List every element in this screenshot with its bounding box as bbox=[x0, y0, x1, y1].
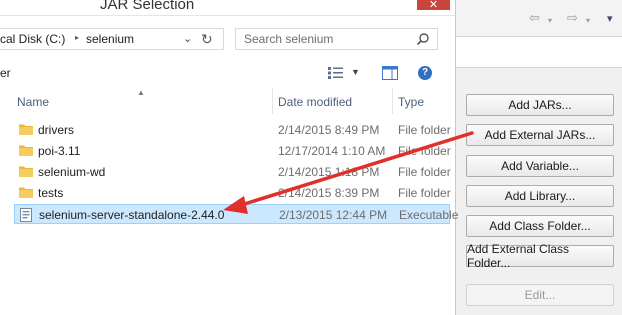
column-headers: ▲ Name Date modified Type bbox=[0, 88, 455, 114]
back-arrow-icon[interactable]: ⇦ bbox=[529, 11, 540, 25]
folder-icon bbox=[19, 123, 33, 138]
column-header-type[interactable]: Type bbox=[398, 95, 424, 109]
jar-file-icon bbox=[20, 208, 32, 225]
file-type: File folder bbox=[398, 165, 451, 179]
add-library-button[interactable]: Add Library... bbox=[466, 185, 614, 207]
file-row-poi[interactable]: poi-3.11 12/17/2014 1:10 AM File folder bbox=[14, 141, 451, 161]
file-row-drivers[interactable]: drivers 2/14/2015 8:49 PM File folder bbox=[14, 120, 451, 140]
search-input[interactable]: Search selenium bbox=[244, 32, 333, 46]
organize-menu[interactable]: er bbox=[0, 66, 11, 80]
view-menu-icon[interactable]: ▾ bbox=[607, 12, 613, 26]
dialog-titlebar: JAR Selection ✕ bbox=[0, 0, 455, 16]
file-name: poi-3.11 bbox=[38, 144, 81, 158]
file-type: File folder bbox=[398, 123, 451, 137]
eclipse-view-toolbar: ⇦ ▾ ⇨ ▾ ▾ bbox=[456, 0, 622, 36]
add-external-jars-button[interactable]: Add External JARs... bbox=[466, 124, 614, 146]
file-type: File folder bbox=[398, 186, 451, 200]
column-header-name[interactable]: Name bbox=[17, 95, 49, 109]
refresh-icon[interactable]: ↻ bbox=[201, 31, 213, 48]
command-bar: er ▼ ? bbox=[0, 58, 455, 88]
search-icon[interactable] bbox=[416, 32, 430, 49]
jar-selection-dialog: JAR Selection ✕ cal Disk (C:) ▸ selenium… bbox=[0, 0, 458, 315]
view-options-dropdown-icon[interactable]: ▼ bbox=[351, 67, 360, 77]
file-date: 2/13/2015 12:44 PM bbox=[279, 208, 388, 222]
forward-history-dropdown-icon[interactable]: ▾ bbox=[586, 14, 590, 28]
add-variable-button[interactable]: Add Variable... bbox=[466, 155, 614, 177]
help-icon[interactable]: ? bbox=[418, 66, 432, 80]
file-type: Executable bbox=[399, 208, 459, 222]
sort-ascending-icon: ▲ bbox=[137, 88, 145, 97]
add-jars-button[interactable]: Add JARs... bbox=[466, 94, 614, 116]
back-history-dropdown-icon[interactable]: ▾ bbox=[548, 14, 552, 28]
change-view-icon[interactable] bbox=[328, 67, 344, 82]
breadcrumb-separator-icon[interactable]: ▸ bbox=[75, 33, 79, 42]
address-bar[interactable]: cal Disk (C:) ▸ selenium ⌄ ↻ bbox=[0, 28, 224, 50]
column-header-date-modified[interactable]: Date modified bbox=[278, 95, 352, 109]
file-date: 12/17/2014 1:10 AM bbox=[278, 144, 386, 158]
file-name: drivers bbox=[38, 123, 75, 137]
dialog-title: JAR Selection bbox=[100, 0, 195, 13]
breadcrumb-selenium[interactable]: selenium bbox=[86, 32, 134, 46]
column-divider[interactable] bbox=[392, 88, 393, 114]
file-row-selenium-server-jar[interactable]: selenium-server-standalone-2.44.0 2/13/2… bbox=[14, 204, 458, 225]
address-history-dropdown-icon[interactable]: ⌄ bbox=[183, 32, 192, 45]
file-row-selenium-wd[interactable]: selenium-wd 2/14/2015 1:18 PM File folde… bbox=[14, 162, 451, 182]
search-box[interactable]: Search selenium bbox=[235, 28, 438, 50]
file-date: 2/14/2015 1:18 PM bbox=[278, 165, 380, 179]
file-name: selenium-server-standalone-2.44.0 bbox=[39, 208, 225, 222]
edit-button: Edit... bbox=[466, 284, 614, 306]
file-type: File folder bbox=[398, 144, 451, 158]
forward-arrow-icon[interactable]: ⇨ bbox=[567, 11, 578, 25]
file-date: 2/14/2015 8:39 PM bbox=[278, 186, 380, 200]
folder-icon bbox=[19, 144, 33, 159]
eclipse-build-path-panel: ⇦ ▾ ⇨ ▾ ▾ Add JARs... Add External JARs.… bbox=[455, 0, 622, 315]
file-name: selenium-wd bbox=[38, 165, 106, 179]
breadcrumb-local-disk[interactable]: cal Disk (C:) bbox=[0, 32, 65, 46]
preview-pane-icon[interactable] bbox=[382, 66, 398, 83]
add-external-class-folder-button[interactable]: Add External Class Folder... bbox=[466, 242, 614, 270]
close-icon[interactable]: ✕ bbox=[417, 0, 450, 11]
add-class-folder-button[interactable]: Add Class Folder... bbox=[466, 215, 614, 237]
eclipse-tab-strip bbox=[456, 36, 622, 68]
file-date: 2/14/2015 8:49 PM bbox=[278, 123, 380, 137]
file-name: tests bbox=[38, 186, 64, 200]
file-row-tests[interactable]: tests 2/14/2015 8:39 PM File folder bbox=[14, 183, 451, 203]
folder-icon bbox=[19, 165, 33, 180]
folder-icon bbox=[19, 186, 33, 201]
column-divider[interactable] bbox=[272, 88, 273, 114]
